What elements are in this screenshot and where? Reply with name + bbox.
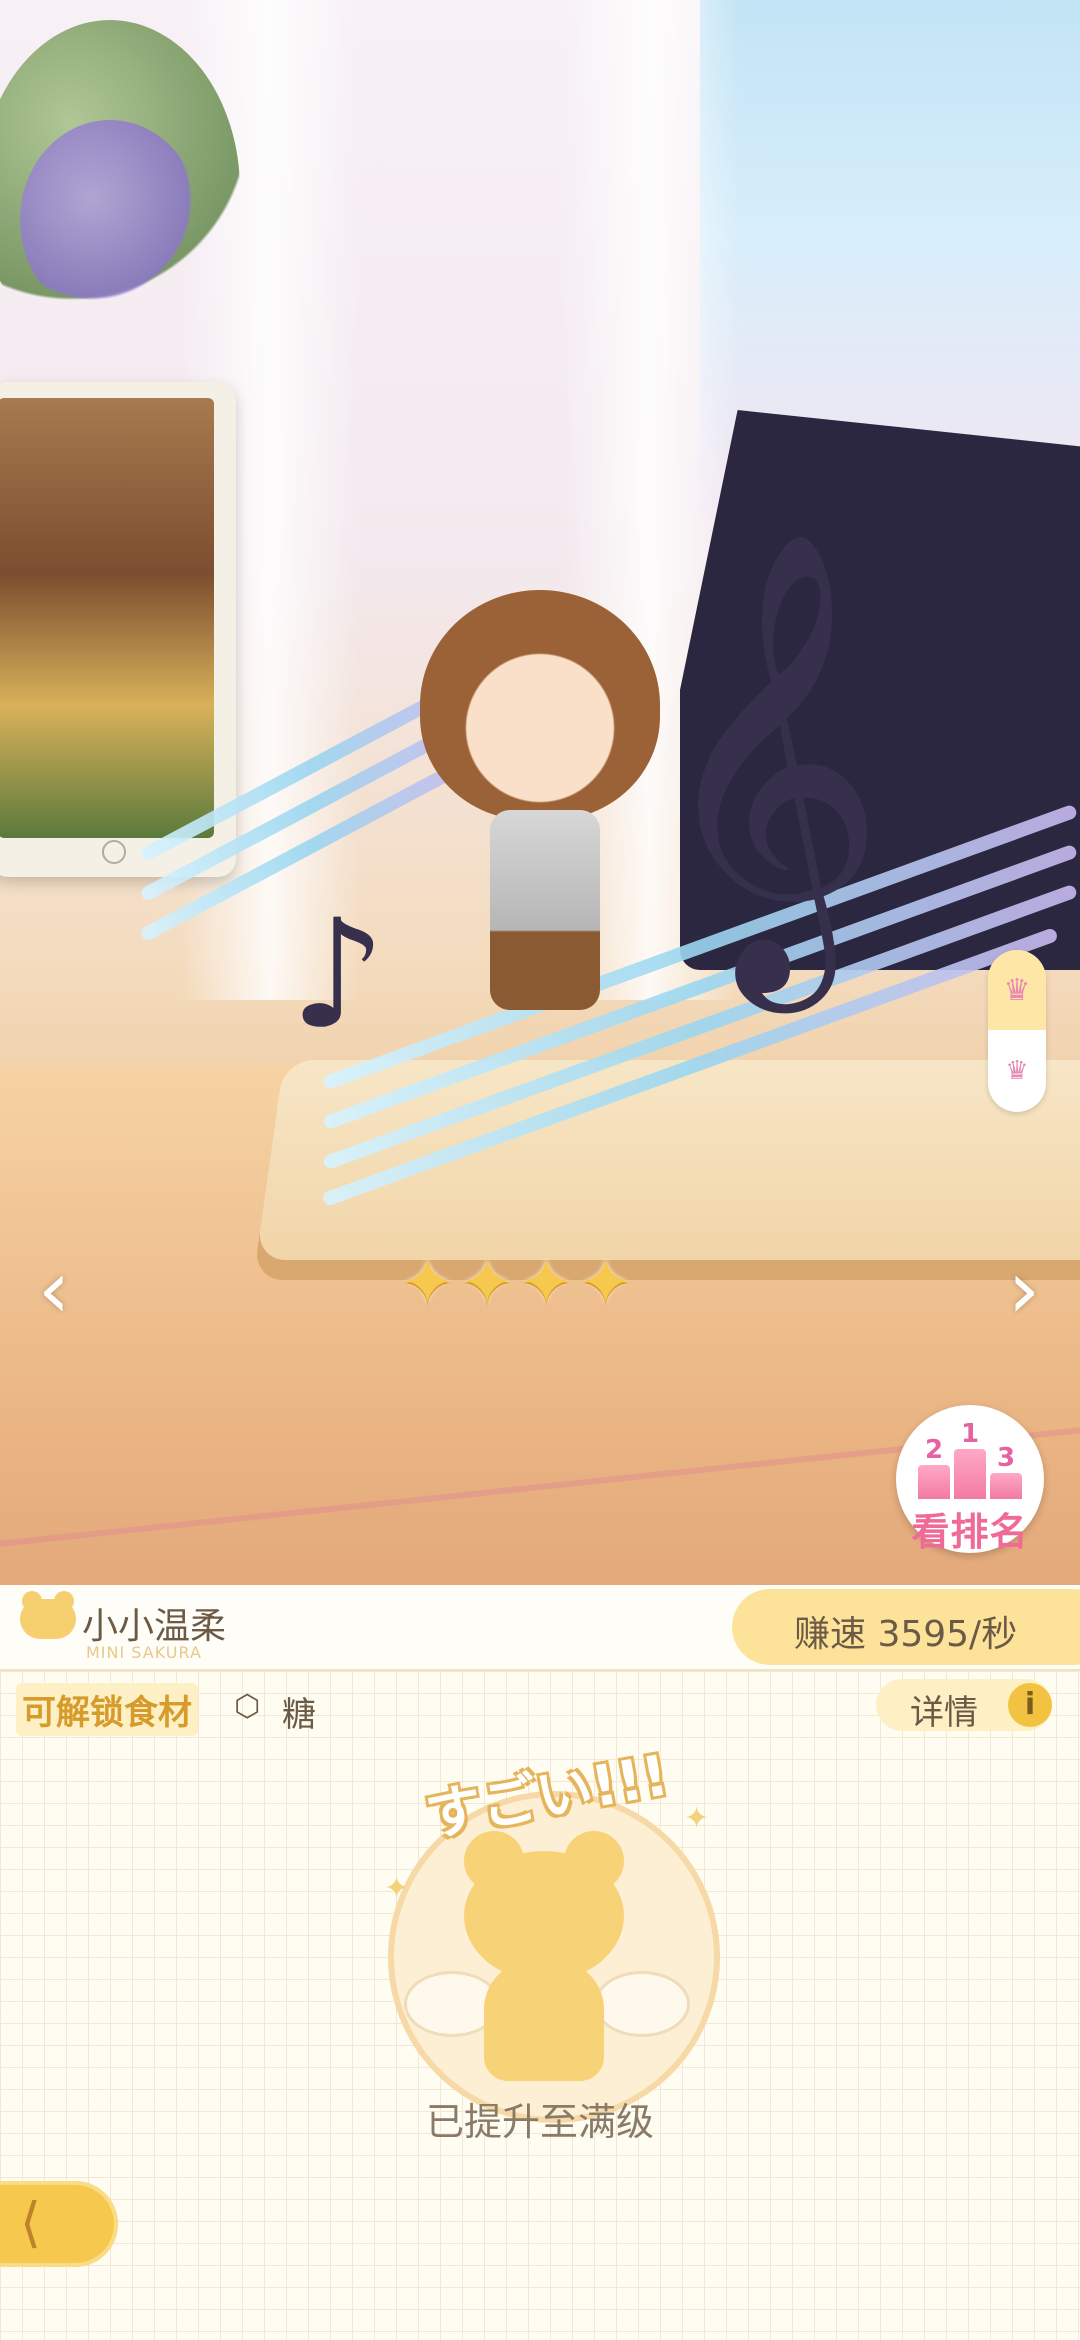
chibi-character — [420, 590, 660, 1050]
podium-step — [990, 1473, 1022, 1499]
crown-icon: ♛ — [1005, 1056, 1029, 1086]
unlockable-ingredient-label: 可解锁食材 — [16, 1683, 198, 1736]
details-label: 详情 — [910, 1693, 978, 1733]
treble-clef-icon: 𝄞 — [650, 527, 887, 992]
game-scene: 𝄞 ♪ ‹ › ✦ ✦ ✦ ✦ ♛ ♛ 2 1 3 看排名 — [0, 0, 1080, 1585]
sparkle-icon: ✦ — [684, 1801, 710, 1836]
max-level-status: 已提升至满级 — [425, 2100, 654, 2144]
podium-number: 1 — [960, 1419, 980, 1449]
ranking-label: 看排名 — [911, 1510, 1029, 1554]
display-platform — [255, 1060, 1080, 1260]
music-note-icon: ♪ — [290, 888, 386, 1062]
tablet-photo-frame — [0, 382, 236, 877]
podium-step — [954, 1449, 986, 1499]
back-button[interactable]: ⟨ — [0, 2181, 118, 2267]
ranking-button[interactable]: 2 1 3 看排名 — [896, 1405, 1044, 1554]
star-icon: ✦ — [577, 1244, 634, 1321]
detail-panel: 可解锁食材 ⬡ 糖 详情 i すごい!!! ✦ ✦ 已提升至满级 ⟨ — [0, 1671, 1080, 2340]
podium-number: 2 — [924, 1435, 944, 1465]
star-icon: ✦ — [400, 1244, 456, 1321]
star-rating: ✦ ✦ ✦ ✦ — [400, 1250, 633, 1316]
ingredient-name: 糖 — [282, 1695, 316, 1735]
back-arrow-icon: ⟨ — [20, 2191, 42, 2254]
mascot-wing — [594, 1971, 690, 2037]
earn-speed-text: 赚速 3595/秒 — [794, 1614, 1018, 1655]
character-body — [490, 810, 600, 1010]
character-info-bar: 小小温柔 MINI SAKURA 赚速 3595/秒 — [0, 1585, 1080, 1671]
earn-speed-pill: 赚速 3595/秒 — [732, 1589, 1080, 1665]
podium-icon: 2 1 3 — [918, 1419, 1022, 1499]
prev-arrow-button[interactable]: ‹ — [24, 1250, 84, 1330]
mascot-body — [484, 1961, 604, 2081]
bear-icon — [20, 1591, 76, 1639]
max-level-badge: すごい!!! ✦ ✦ — [384, 1743, 724, 2123]
character-head — [420, 590, 660, 820]
star-icon: ✦ — [518, 1244, 574, 1321]
sugar-cube-icon: ⬡ — [234, 1689, 261, 1724]
podium-step — [918, 1465, 950, 1499]
details-button[interactable]: 详情 i — [876, 1679, 1052, 1733]
character-name: 小小温柔 — [82, 1606, 227, 1647]
info-icon: i — [1008, 1683, 1052, 1727]
crown-tab[interactable]: ♛ — [988, 1030, 1046, 1112]
brand-subtitle: MINI SAKURA — [86, 1643, 202, 1662]
next-arrow-button[interactable]: › — [994, 1250, 1054, 1330]
kero-mascot — [404, 1831, 690, 2081]
crown-tab-panel: ♛ ♛ — [988, 950, 1046, 1112]
sparkle-icon: ✦ — [384, 1871, 410, 1906]
tablet-home-button — [102, 840, 126, 864]
podium-number: 3 — [996, 1443, 1016, 1473]
crown-icon: ♛ — [1003, 972, 1031, 1008]
crown-tab-active[interactable]: ♛ — [988, 950, 1046, 1030]
star-icon: ✦ — [459, 1244, 515, 1321]
flowers — [20, 120, 200, 320]
piano-photo — [0, 398, 214, 838]
